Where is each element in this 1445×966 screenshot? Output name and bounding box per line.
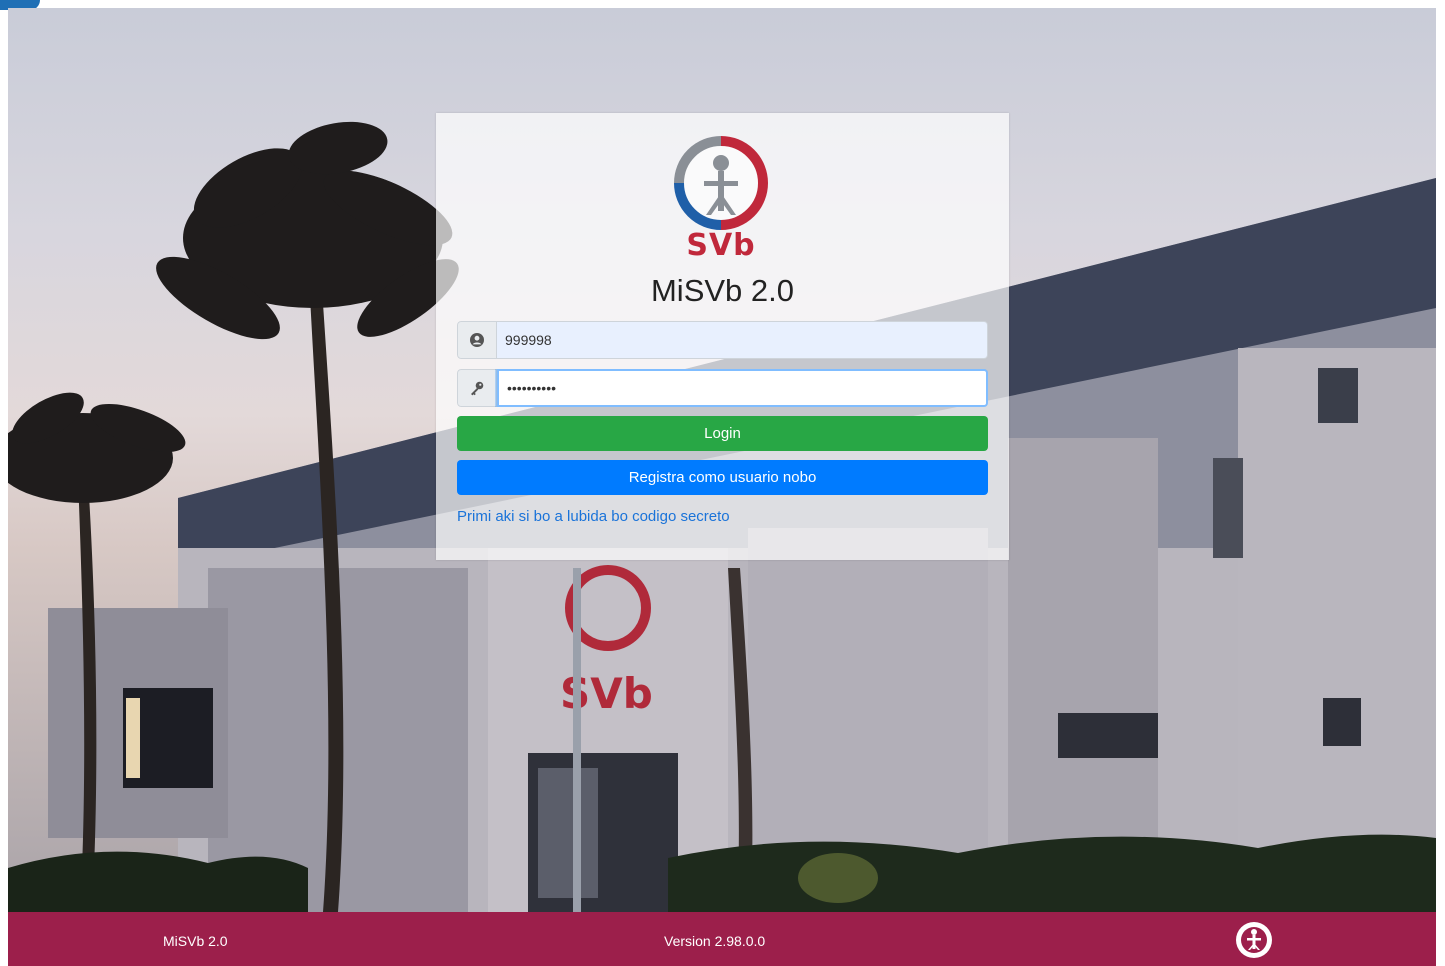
svb-emblem-icon — [1234, 920, 1274, 960]
login-card: SVb MiSVb 2.0 Login Registra como usuari… — [436, 113, 1009, 560]
register-button[interactable]: Registra como usuario nobo — [457, 460, 988, 495]
forgot-password-link[interactable]: Primi aki si bo a lubida bo codigo secre… — [457, 508, 730, 525]
user-circle-icon — [457, 321, 497, 359]
username-field — [457, 321, 988, 359]
app-title: MiSVb 2.0 — [650, 273, 794, 308]
footer-app-name: MiSVb 2.0 — [163, 933, 228, 949]
svb-logo-icon — [674, 136, 769, 230]
username-input[interactable] — [497, 321, 988, 359]
footer-bar: MiSVb 2.0 Version 2.98.0.0 — [8, 912, 1436, 966]
svb-logo: SVb — [666, 133, 776, 263]
footer-version: Version 2.98.0.0 — [664, 933, 766, 949]
logo-text: SVb — [686, 228, 756, 263]
login-button[interactable]: Login — [457, 416, 988, 451]
key-icon — [457, 369, 497, 407]
password-field — [457, 369, 988, 407]
password-input[interactable] — [497, 369, 988, 407]
